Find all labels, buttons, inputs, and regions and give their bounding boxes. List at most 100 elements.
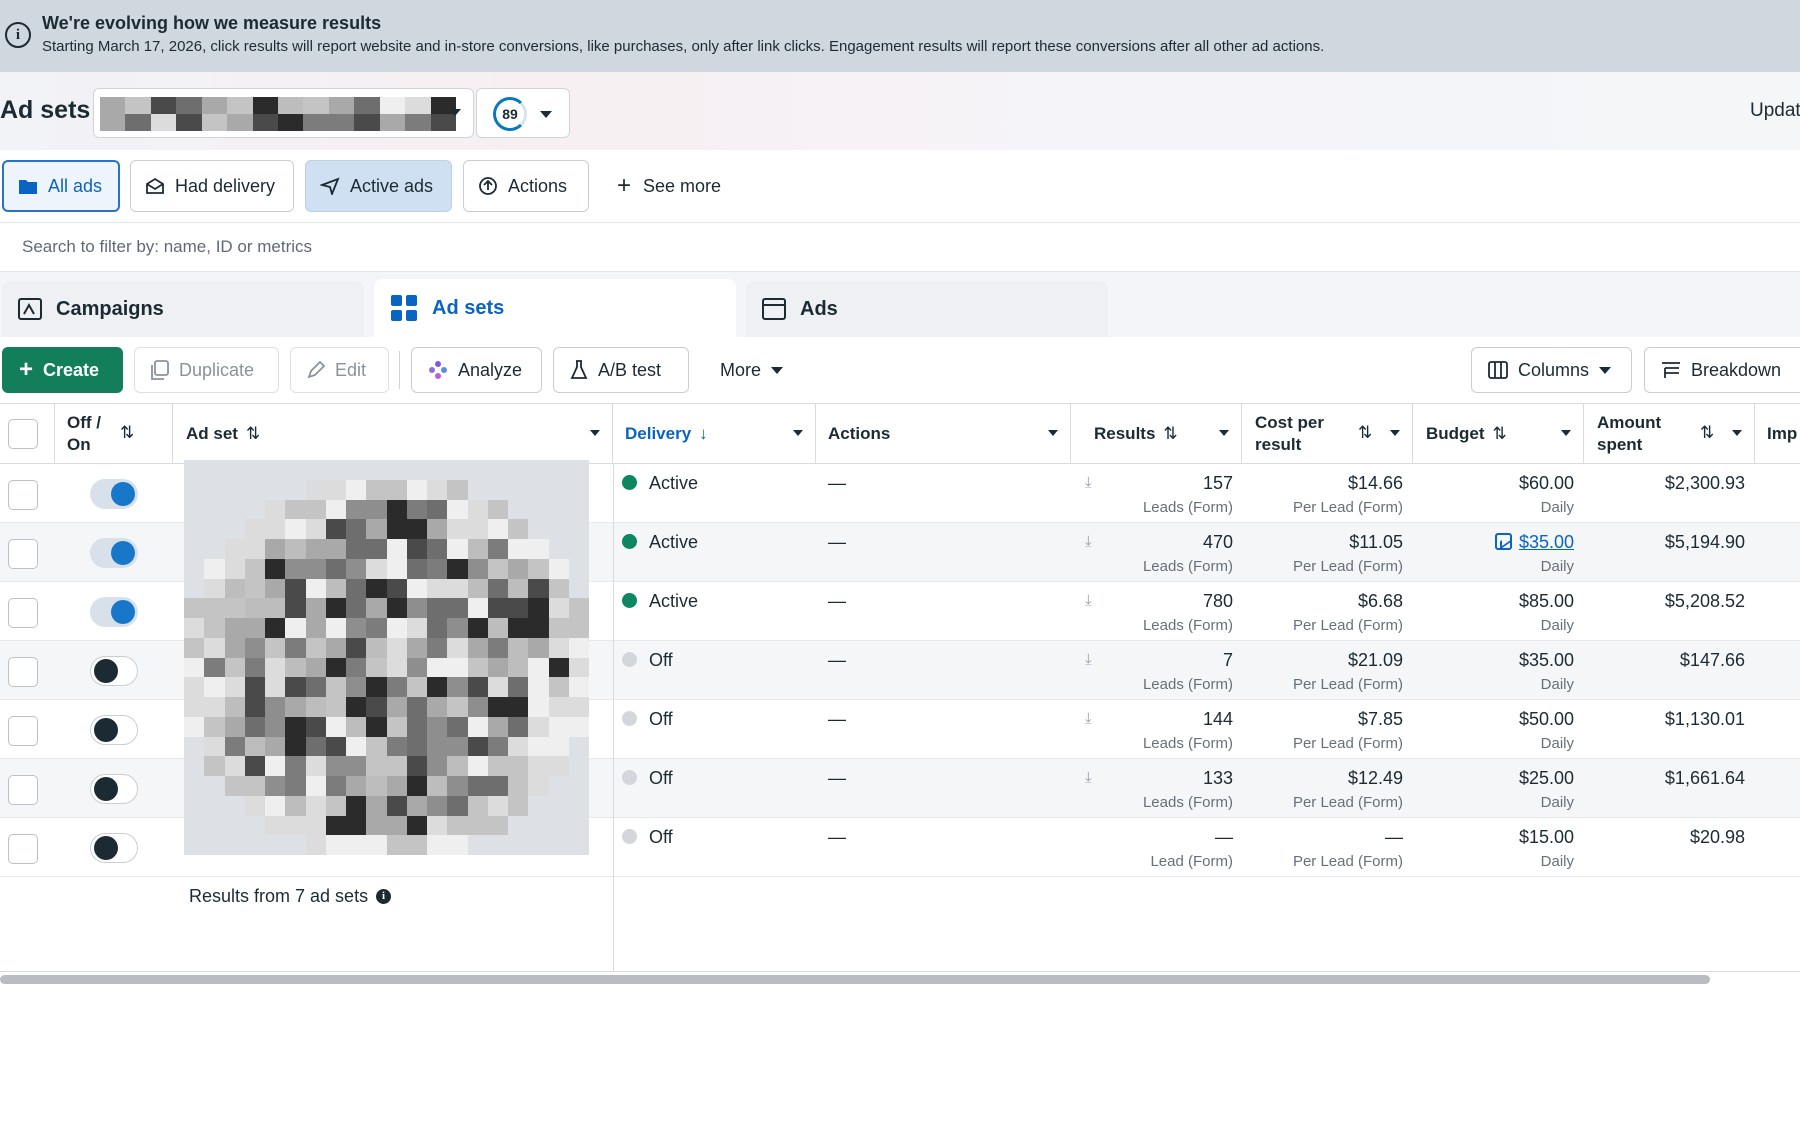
delivery-text: Off [649, 768, 673, 788]
see-more-button[interactable]: + See more [617, 160, 721, 212]
row-checkbox[interactable] [8, 480, 38, 510]
cost-per-result-type: Per Lead (Form) [1292, 853, 1403, 870]
more-button[interactable]: More [704, 347, 802, 393]
header-results[interactable]: Results ⇅ [1071, 404, 1242, 464]
opportunity-score-button[interactable]: 89 [476, 88, 570, 138]
status-dot-icon [622, 475, 637, 490]
info-icon: i [5, 22, 31, 48]
header-label: Imp [1767, 424, 1798, 443]
info-icon[interactable]: i [376, 889, 392, 904]
chip-active-ads[interactable]: Active ads [305, 160, 452, 212]
analyze-button[interactable]: Analyze [411, 347, 542, 393]
analyze-label: Analyze [458, 359, 523, 380]
tab-campaigns[interactable]: Campaigns [2, 281, 364, 337]
status-dot-icon [622, 770, 637, 785]
chevron-down-icon [540, 111, 552, 118]
ad-set-toggle[interactable] [90, 538, 138, 568]
header-cost-per-result[interactable]: Cost per result ⇅ [1242, 404, 1413, 464]
flask-icon [570, 360, 588, 379]
tab-ad-sets-label: Ad sets [432, 296, 505, 319]
chevron-down-icon [590, 430, 600, 436]
chevron-down-icon [1561, 430, 1571, 436]
chip-label: Actions [508, 175, 568, 196]
edit-label: Edit [335, 359, 367, 380]
ab-test-label: A/B test [598, 359, 662, 380]
plus-icon: + [617, 172, 632, 199]
banner-title: We're evolving how we measure results [42, 13, 382, 33]
breakdown-button[interactable]: Breakdown [1644, 347, 1800, 393]
ab-test-button[interactable]: A/B test [553, 347, 689, 393]
redacted-account-name [100, 97, 456, 131]
budget-edit-icon [1494, 533, 1512, 550]
horizontal-scrollbar[interactable] [0, 975, 1710, 984]
chevron-down-icon [771, 366, 784, 374]
column-divider [613, 463, 614, 971]
ad-set-toggle[interactable] [90, 833, 138, 863]
header-label: spent [1597, 435, 1643, 454]
delivery-text: Active [649, 591, 699, 611]
chevron-down-icon [1390, 430, 1400, 436]
delivery-text: Active [649, 532, 699, 552]
ad-set-toggle[interactable] [90, 597, 138, 627]
delivery-status: Off [622, 827, 673, 886]
header-ad-set[interactable]: Ad set ⇅ [173, 404, 613, 464]
table-bottom-border [0, 971, 1800, 972]
delivery-text: Off [649, 827, 673, 847]
folder-icon [19, 180, 37, 194]
filter-chips: All ads Had delivery Active ads Actions … [0, 150, 1800, 220]
chip-had-delivery[interactable]: Had delivery [130, 160, 294, 212]
ad-set-toggle[interactable] [90, 479, 138, 509]
header-label: Off / [67, 413, 101, 432]
copy-icon [151, 360, 169, 380]
duplicate-button[interactable]: Duplicate [134, 347, 279, 393]
create-button[interactable]: + Create [2, 347, 123, 393]
status-dot-icon [622, 829, 637, 844]
search-input[interactable] [0, 223, 1800, 271]
sort-icon: ⇅ [1700, 423, 1715, 442]
campaign-icon [18, 298, 42, 320]
measurement-banner: i We're evolving how we measure results … [0, 0, 1800, 72]
breakdown-icon [1662, 362, 1680, 378]
ad-set-toggle[interactable] [90, 715, 138, 745]
header-label: Delivery [625, 424, 692, 443]
header-label: On [67, 435, 91, 454]
results-type: Lead (Form) [1150, 853, 1233, 870]
select-all-checkbox[interactable] [8, 419, 38, 449]
banner-text: Starting March 17, 2026, click results w… [42, 38, 1325, 55]
budget-link[interactable]: $35.00 [1519, 532, 1574, 552]
chip-label: All ads [48, 175, 103, 196]
chevron-down-icon [1048, 430, 1058, 436]
row-checkbox[interactable] [8, 539, 38, 569]
header-amount-spent[interactable]: Amount spent ⇅ [1584, 404, 1755, 464]
delivery-text: Off [649, 709, 673, 729]
tab-ad-sets[interactable]: Ad sets [374, 279, 736, 337]
ad-set-toggle[interactable] [90, 774, 138, 804]
header-label: Actions [828, 424, 891, 443]
header-impressions[interactable]: Imp [1755, 404, 1800, 464]
chip-actions[interactable]: Actions [463, 160, 589, 212]
header-delivery[interactable]: Delivery ↓ [613, 404, 816, 464]
row-checkbox[interactable] [8, 657, 38, 687]
budget-period: Daily [1540, 853, 1574, 870]
chip-all-ads[interactable]: All ads [2, 160, 120, 212]
tab-ads[interactable]: Ads [746, 281, 1108, 337]
header-actions[interactable]: Actions [816, 404, 1071, 464]
row-checkbox[interactable] [8, 598, 38, 628]
amount-spent-value: $20.98 [1689, 827, 1745, 847]
sort-desc-icon: ↓ [699, 424, 708, 443]
columns-button[interactable]: Columns [1471, 347, 1632, 393]
ad-set-toggle[interactable] [90, 656, 138, 686]
row-checkbox[interactable] [8, 775, 38, 805]
row-checkbox[interactable] [8, 716, 38, 746]
row-checkbox[interactable] [8, 834, 38, 864]
header-label: Amount [1597, 413, 1662, 432]
update-button[interactable]: Updat [1750, 100, 1800, 122]
status-dot-icon [622, 593, 637, 608]
edit-button[interactable]: Edit [290, 347, 389, 393]
header-budget[interactable]: Budget ⇅ [1413, 404, 1584, 464]
more-label: More [720, 359, 762, 380]
envelope-open-icon [146, 177, 164, 194]
account-selector[interactable] [93, 88, 474, 138]
table-header: Off / On ⇅ Ad set ⇅ Delivery ↓ Actions Res… [0, 404, 1800, 464]
header-off-on[interactable]: Off / On ⇅ [55, 404, 173, 464]
